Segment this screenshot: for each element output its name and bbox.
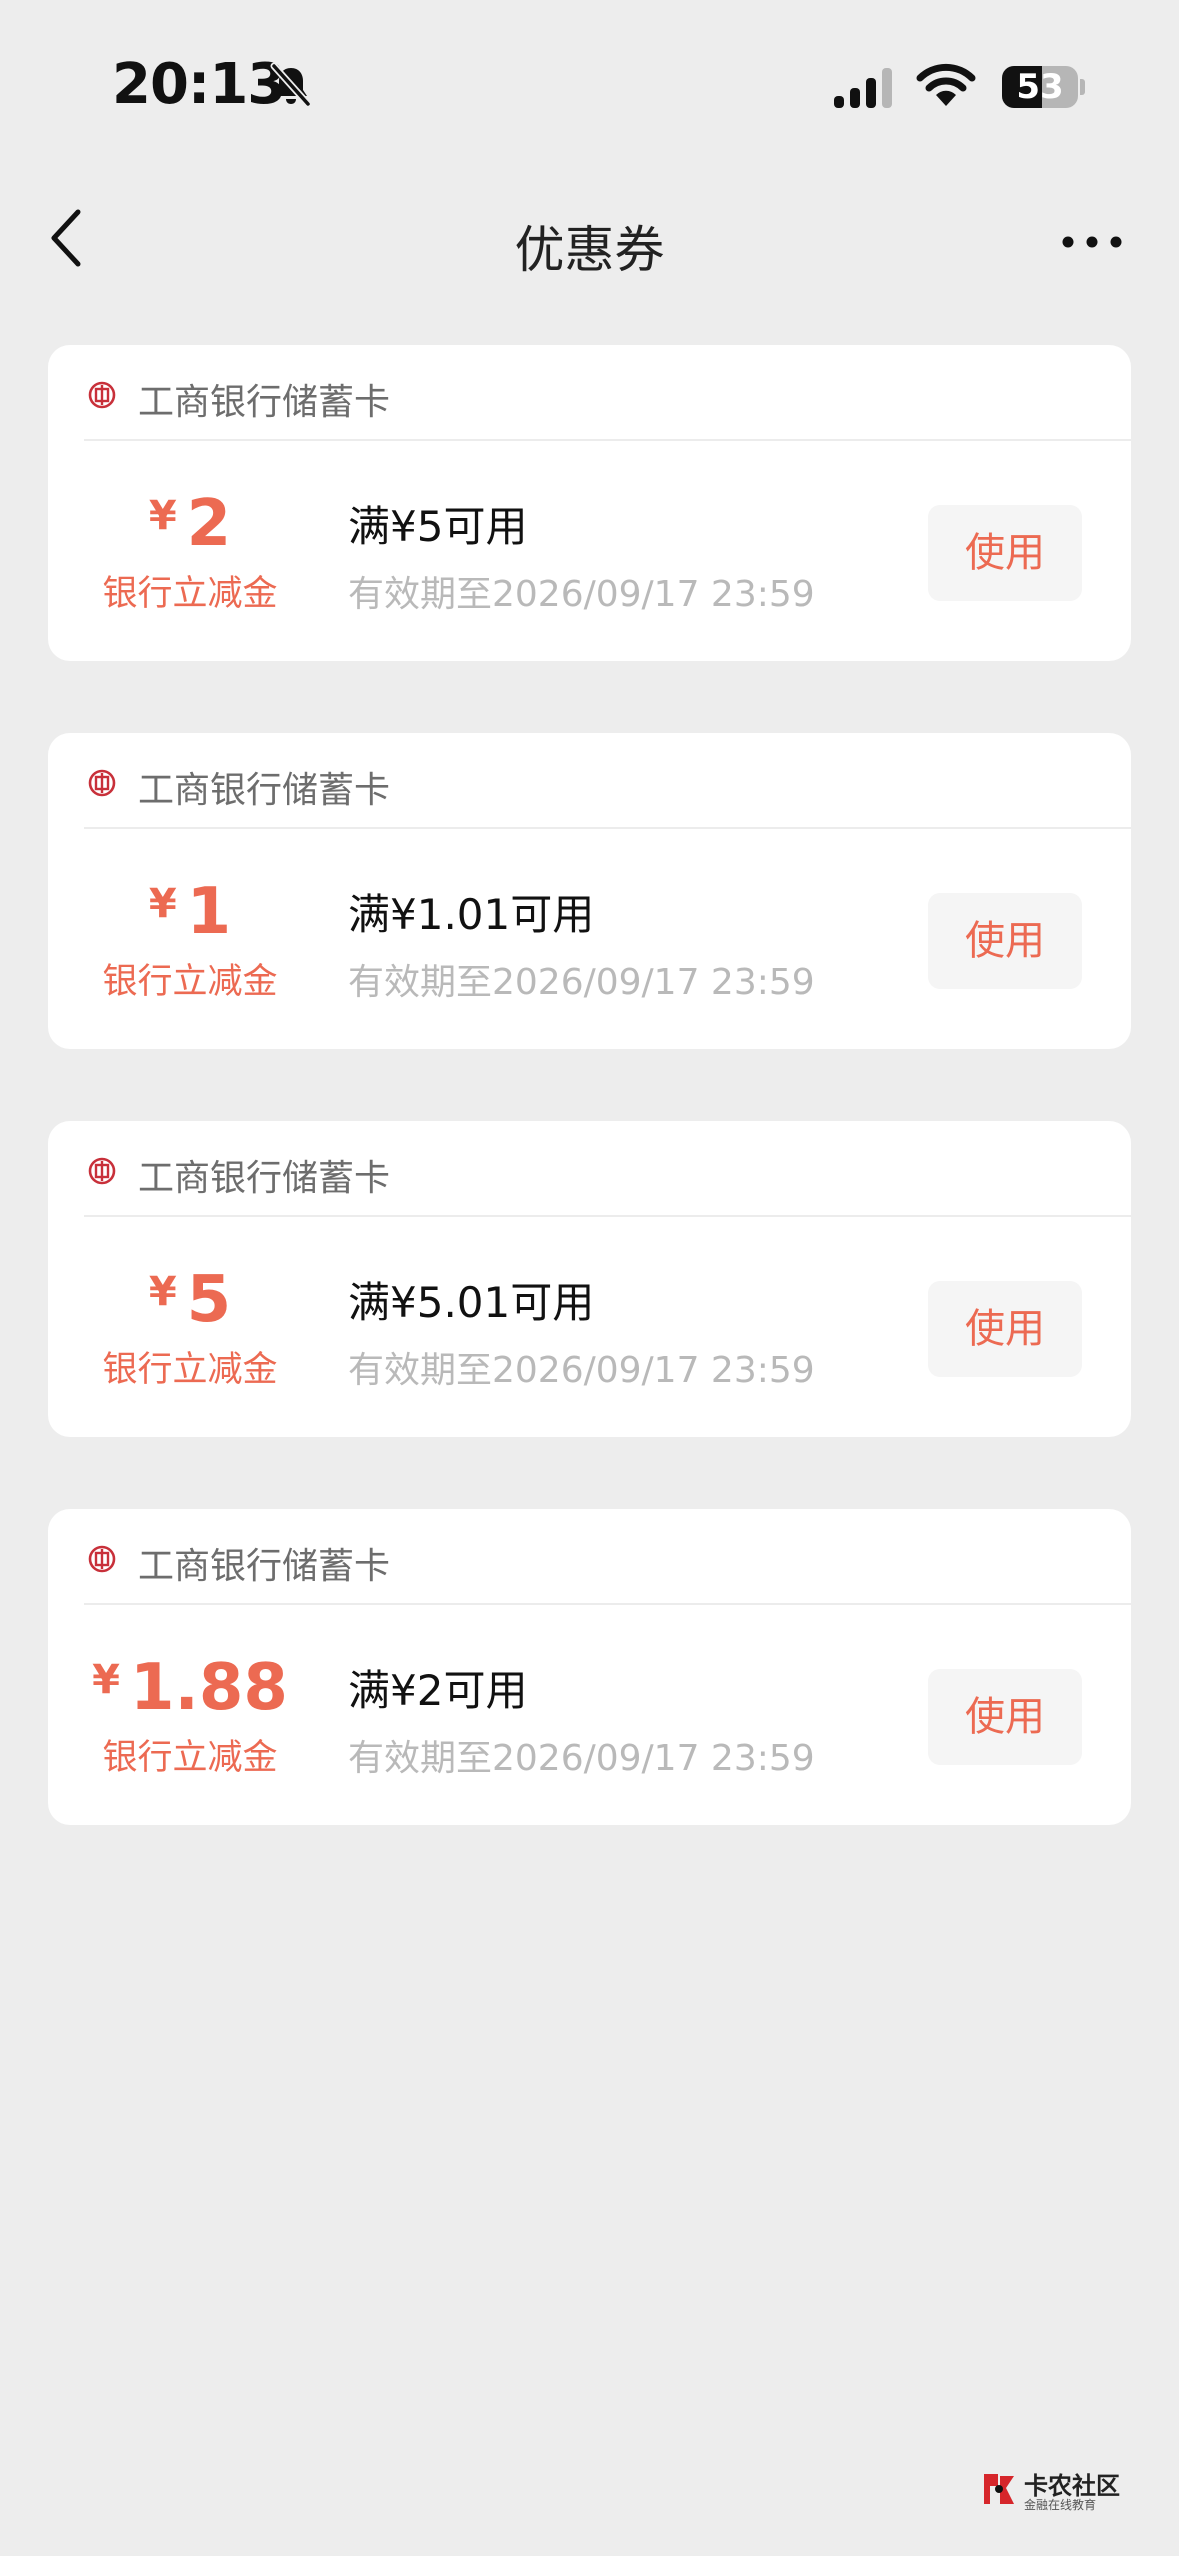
watermark: 卡农社区 金融在线教育	[980, 2466, 1140, 2516]
coupon-condition: 满¥5可用	[348, 502, 528, 551]
battery-level: 53	[1016, 67, 1064, 107]
discount-amount: ¥1 银行立减金	[48, 873, 332, 1004]
coupon-validity: 有效期至2026/09/17 23:59	[348, 1350, 815, 1391]
amount-label: 银行立减金	[102, 962, 278, 1002]
icbc-logo-icon	[88, 1157, 116, 1185]
kanong-logo-icon	[984, 2474, 1014, 2504]
discount-amount: ¥2 银行立减金	[48, 485, 332, 616]
coupon-list: 工商银行储蓄卡 ¥2 银行立减金 满¥5可用 有效期至2026/09/17 23…	[48, 345, 1131, 1897]
card-header: 工商银行储蓄卡	[48, 1121, 1131, 1215]
battery-cap	[1080, 79, 1085, 95]
coupon-validity: 有效期至2026/09/17 23:59	[348, 962, 815, 1003]
divider	[84, 827, 1131, 829]
coupon-card: 工商银行储蓄卡 ¥5 银行立减金 满¥5.01可用 有效期至2026/09/17…	[48, 1121, 1131, 1437]
bank-name: 工商银行储蓄卡	[138, 1546, 391, 1587]
battery-icon: 53	[1002, 66, 1085, 108]
use-button[interactable]: 使用	[928, 1669, 1082, 1765]
bank-name: 工商银行储蓄卡	[138, 1158, 391, 1199]
bank-name: 工商银行储蓄卡	[138, 770, 391, 811]
currency-symbol: ¥	[148, 881, 177, 927]
amount-value: 1.88	[129, 1651, 288, 1725]
status-bar: 20:13 53	[0, 0, 1179, 150]
discount-amount: ¥5 银行立减金	[48, 1261, 332, 1392]
card-header: 工商银行储蓄卡	[48, 345, 1131, 439]
currency-symbol: ¥	[148, 1269, 177, 1315]
divider	[84, 1603, 1131, 1605]
amount-label: 银行立减金	[102, 574, 278, 614]
amount-value: 5	[186, 1263, 232, 1337]
discount-amount: ¥1.88 银行立减金	[48, 1649, 332, 1780]
icbc-logo-icon	[88, 381, 116, 409]
coupon-validity: 有效期至2026/09/17 23:59	[348, 1738, 815, 1779]
amount-label: 银行立减金	[102, 1738, 278, 1778]
use-button[interactable]: 使用	[928, 505, 1082, 601]
more-horizontal-icon[interactable]	[1060, 232, 1124, 252]
amount-value: 2	[186, 487, 232, 561]
nav-bar: 优惠券	[0, 180, 1179, 300]
divider	[84, 439, 1131, 441]
amount-label: 银行立减金	[102, 1350, 278, 1390]
currency-symbol: ¥	[92, 1657, 120, 1703]
coupon-condition: 满¥1.01可用	[348, 890, 595, 939]
coupon-card: 工商银行储蓄卡 ¥2 银行立减金 满¥5可用 有效期至2026/09/17 23…	[48, 345, 1131, 661]
currency-symbol: ¥	[148, 493, 177, 539]
divider	[84, 1215, 1131, 1217]
status-time: 20:13	[112, 52, 286, 117]
icbc-logo-icon	[88, 769, 116, 797]
icbc-logo-icon	[88, 1545, 116, 1573]
coupon-validity: 有效期至2026/09/17 23:59	[348, 574, 815, 615]
use-button[interactable]: 使用	[928, 1281, 1082, 1377]
amount-value: 1	[186, 875, 232, 949]
coupon-condition: 满¥5.01可用	[348, 1278, 595, 1327]
signal-icon	[834, 68, 892, 108]
coupon-card: 工商银行储蓄卡 ¥1.88 银行立减金 满¥2可用 有效期至2026/09/17…	[48, 1509, 1131, 1825]
watermark-subtitle: 金融在线教育	[1024, 2498, 1097, 2512]
wifi-icon	[916, 63, 976, 106]
card-header: 工商银行储蓄卡	[48, 733, 1131, 827]
bank-name: 工商银行储蓄卡	[138, 382, 391, 423]
page-title: 优惠券	[514, 221, 665, 279]
coupon-card: 工商银行储蓄卡 ¥1 银行立减金 满¥1.01可用 有效期至2026/09/17…	[48, 733, 1131, 1049]
bell-muted-icon	[270, 62, 312, 108]
card-header: 工商银行储蓄卡	[48, 1509, 1131, 1603]
coupon-condition: 满¥2可用	[348, 1666, 528, 1715]
use-button[interactable]: 使用	[928, 893, 1082, 989]
